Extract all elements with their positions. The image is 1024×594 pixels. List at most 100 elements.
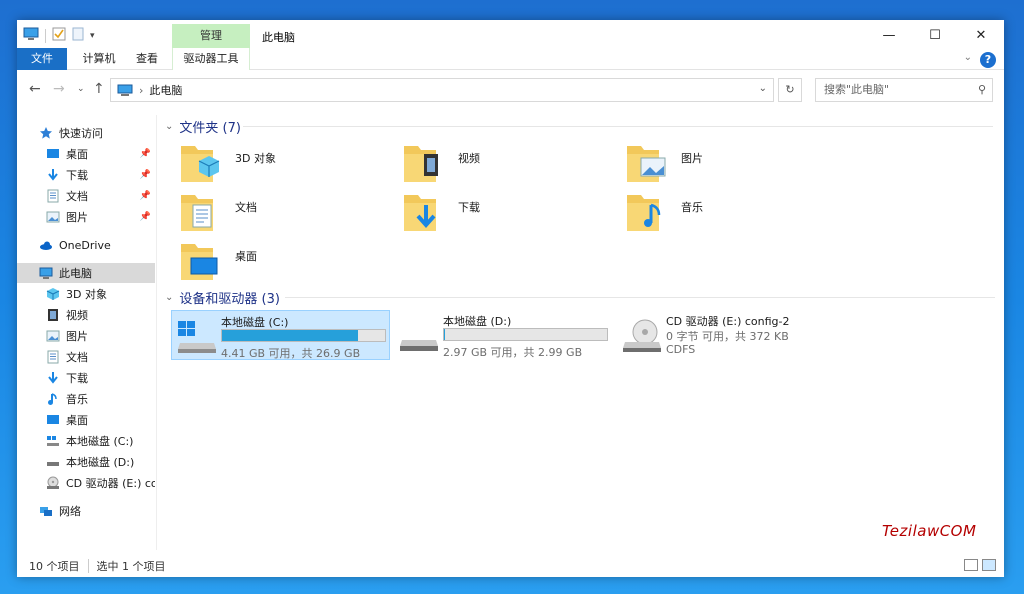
content-pane: ⌄ 文件夹 (7) 3D 对象 视频 图片 文档 下载 音乐 桌面 ⌄ 设备和驱… xyxy=(165,115,1000,550)
minimize-button[interactable]: — xyxy=(866,20,912,50)
separator xyxy=(87,559,89,573)
cd-drive-icon xyxy=(46,476,60,490)
help-icon[interactable]: ? xyxy=(980,52,996,68)
sidebar-item-drive-c[interactable]: 本地磁盘 (C:) xyxy=(17,431,155,451)
explorer-window: ▾ 管理 此电脑 — ☐ ✕ 文件 计算机 查看 驱动器工具 ⌄ ? ← → ⌄… xyxy=(17,20,1004,577)
sidebar-item-downloads[interactable]: 下载 📌 xyxy=(17,165,155,185)
breadcrumb-this-pc[interactable]: 此电脑 xyxy=(149,82,182,98)
folder-download-icon xyxy=(404,195,436,231)
sidebar-item-music[interactable]: 音乐 xyxy=(17,389,155,409)
folder-pictures[interactable]: 图片 xyxy=(625,142,840,186)
folder-3d-icon xyxy=(181,146,220,182)
drive-c[interactable]: 本地磁盘 (C:) 4.41 GB 可用，共 26.9 GB xyxy=(171,310,390,360)
sidebar-item-this-pc[interactable]: 此电脑 xyxy=(17,263,155,283)
drive-icon xyxy=(400,340,438,351)
divider xyxy=(285,297,995,298)
details-view-icon[interactable] xyxy=(964,559,978,571)
sidebar-item-downloads-pc[interactable]: 下载 xyxy=(17,368,155,388)
drive-cd-e[interactable]: CD 驱动器 (E:) config-2 0 字节 可用，共 372 KB CD… xyxy=(617,310,836,360)
computer-icon[interactable] xyxy=(23,27,39,44)
drive-usage-bar xyxy=(221,329,386,342)
sidebar-item-pictures[interactable]: 图片 📌 xyxy=(17,207,155,227)
picture-icon xyxy=(46,210,60,224)
pin-icon[interactable]: 📌 xyxy=(140,212,151,222)
new-folder-icon[interactable] xyxy=(72,27,84,44)
cube-icon xyxy=(46,287,60,301)
folder-desktop[interactable]: 桌面 xyxy=(179,240,394,284)
collapse-chevron-icon[interactable]: ⌄ xyxy=(165,121,173,132)
music-note-icon xyxy=(46,392,60,406)
devices-group-header[interactable]: ⌄ 设备和驱动器 (3) xyxy=(165,287,995,307)
drive-icon xyxy=(46,455,60,469)
folder-documents[interactable]: 文档 xyxy=(179,191,394,235)
tab-view[interactable]: 查看 xyxy=(129,48,165,70)
refresh-button[interactable]: ↻ xyxy=(778,78,802,102)
tab-file[interactable]: 文件 xyxy=(17,48,67,70)
document-icon xyxy=(46,189,60,203)
film-icon xyxy=(46,308,60,322)
sidebar-item-documents-pc[interactable]: 文档 xyxy=(17,347,155,367)
cd-drive-icon xyxy=(623,319,661,352)
this-pc-icon xyxy=(117,84,133,96)
customize-dropdown-icon[interactable]: ▾ xyxy=(90,31,95,41)
tab-drive-tools[interactable]: 驱动器工具 xyxy=(172,48,250,70)
desktop-icon xyxy=(46,147,60,161)
collapse-chevron-icon[interactable]: ⌄ xyxy=(165,292,173,303)
folder-picture-icon xyxy=(627,146,666,182)
cloud-icon xyxy=(39,238,53,252)
sidebar-item-videos[interactable]: 视频 xyxy=(17,305,155,325)
pin-icon[interactable]: 📌 xyxy=(140,191,151,201)
back-arrow-icon[interactable]: ← xyxy=(29,81,41,97)
drive-usage-bar xyxy=(443,328,608,341)
folders-group-header[interactable]: ⌄ 文件夹 (7) xyxy=(165,116,993,136)
title-bar: ▾ 管理 此电脑 — ☐ ✕ xyxy=(17,20,1004,50)
star-icon xyxy=(39,126,53,140)
sidebar-item-documents[interactable]: 文档 📌 xyxy=(17,186,155,206)
expand-ribbon-icon[interactable]: ⌄ xyxy=(964,52,972,63)
pin-icon[interactable]: 📌 xyxy=(140,149,151,159)
picture-icon xyxy=(46,329,60,343)
divider xyxy=(243,126,993,127)
maximize-button[interactable]: ☐ xyxy=(912,20,958,50)
sidebar-item-3d-objects[interactable]: 3D 对象 xyxy=(17,284,155,304)
folder-film-icon xyxy=(404,146,438,182)
sidebar-item-desktop-pc[interactable]: 桌面 xyxy=(17,410,155,430)
search-input[interactable]: 搜索"此电脑" ⚲ xyxy=(815,78,993,102)
folder-music[interactable]: 音乐 xyxy=(625,191,840,235)
download-icon xyxy=(46,371,60,385)
address-bar[interactable]: › 此电脑 ⌄ xyxy=(110,78,774,102)
drive-usage-fill xyxy=(444,329,446,340)
sidebar-item-desktop[interactable]: 桌面 📌 xyxy=(17,144,155,164)
sidebar-item-cd-drive[interactable]: CD 驱动器 (E:) con xyxy=(17,473,155,493)
watermark: TezilawCOM xyxy=(882,522,977,540)
manage-tab[interactable]: 管理 xyxy=(172,24,250,48)
large-icons-view-icon[interactable] xyxy=(982,559,996,571)
up-arrow-icon[interactable]: ↑ xyxy=(93,81,105,97)
sidebar-item-network[interactable]: 网络 xyxy=(17,501,155,521)
sidebar-item-onedrive[interactable]: OneDrive xyxy=(17,235,155,255)
pin-icon[interactable]: 📌 xyxy=(140,170,151,180)
window-controls: — ☐ ✕ xyxy=(866,20,1004,50)
sidebar-item-drive-d[interactable]: 本地磁盘 (D:) xyxy=(17,452,155,472)
sidebar-item-pictures-pc[interactable]: 图片 xyxy=(17,326,155,346)
breadcrumb-chevron-icon: › xyxy=(139,83,144,97)
close-button[interactable]: ✕ xyxy=(958,20,1004,50)
properties-icon[interactable] xyxy=(52,27,66,44)
folder-desktop-icon xyxy=(181,244,218,280)
view-buttons xyxy=(964,559,996,571)
this-pc-icon xyxy=(39,266,53,280)
folder-3d-objects[interactable]: 3D 对象 xyxy=(179,142,394,186)
search-placeholder: 搜索"此电脑" xyxy=(824,83,890,96)
folder-downloads[interactable]: 下载 xyxy=(402,191,617,235)
drive-d[interactable]: 本地磁盘 (D:) 2.97 GB 可用，共 2.99 GB xyxy=(394,310,613,360)
forward-arrow-icon[interactable]: → xyxy=(53,81,65,97)
sidebar-item-quick-access[interactable]: 快速访问 xyxy=(17,123,155,143)
navigation-pane: 快速访问 桌面 📌 下载 📌 文档 📌 图片 📌 OneDrive 此电脑 3D… xyxy=(17,115,157,550)
folder-document-icon xyxy=(181,195,213,231)
tab-computer[interactable]: 计算机 xyxy=(73,48,125,70)
folder-videos[interactable]: 视频 xyxy=(402,142,617,186)
address-dropdown-icon[interactable]: ⌄ xyxy=(759,83,767,94)
selection-count: 选中 1 个项目 xyxy=(96,560,166,573)
folder-music-icon xyxy=(627,195,661,231)
recent-dropdown-icon[interactable]: ⌄ xyxy=(77,84,85,94)
